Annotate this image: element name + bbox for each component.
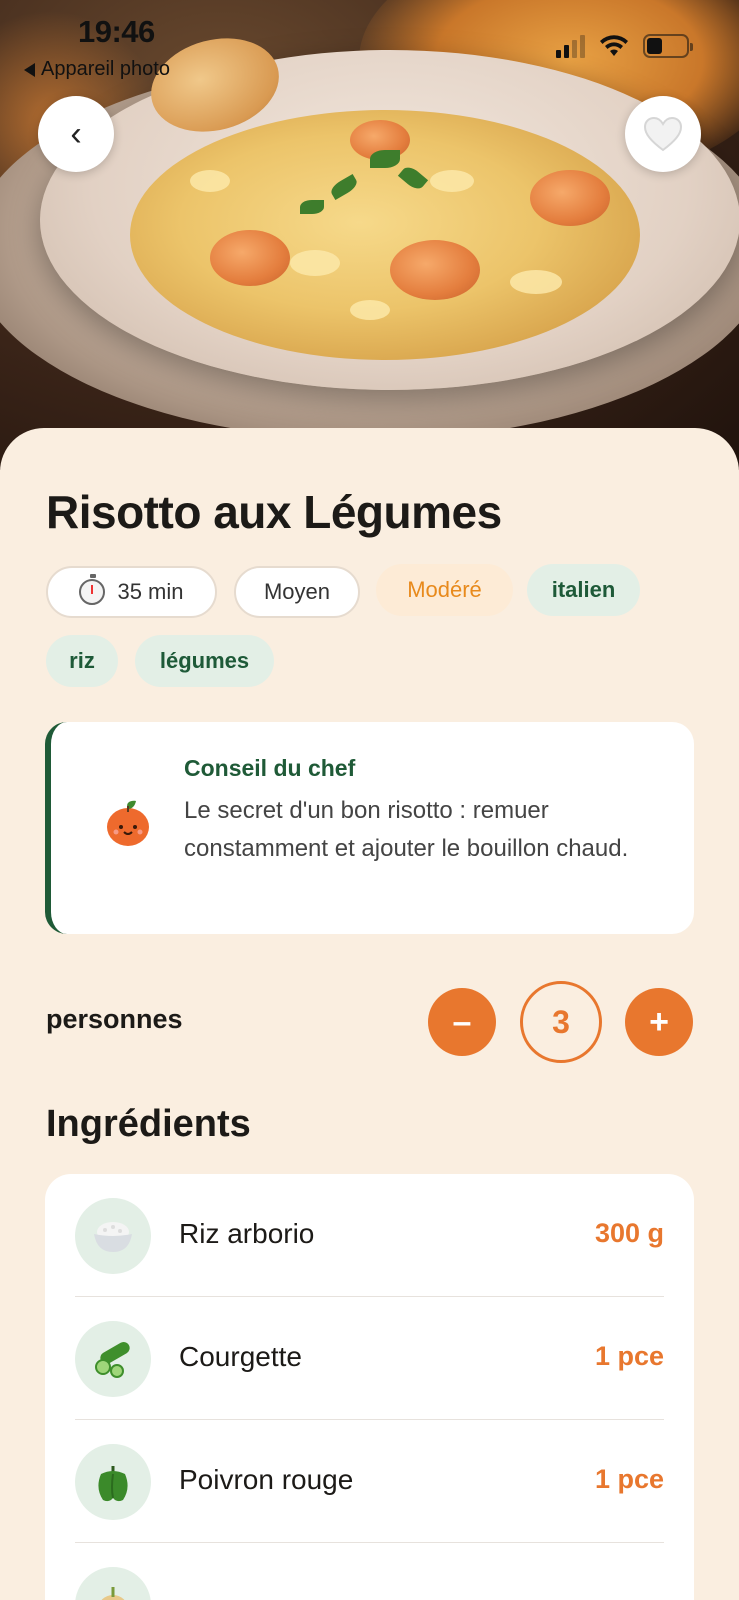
ingredient-quantity: 1 pce xyxy=(594,1341,664,1371)
ingredient-name: Poivron rouge xyxy=(179,1464,354,1495)
tag-difficulty: Moyen xyxy=(234,566,360,618)
tag-cost: Modéré xyxy=(376,564,513,616)
back-button[interactable]: ‹ xyxy=(38,96,114,172)
tag-label: riz xyxy=(69,648,95,673)
increase-servings-button[interactable]: + xyxy=(625,988,693,1056)
recipe-title: Risotto aux Légumes xyxy=(46,486,502,538)
tag-label: 35 min xyxy=(117,579,184,604)
servings-label: personnes xyxy=(46,1004,183,1034)
return-to-app-link[interactable]: Appareil photo xyxy=(24,58,170,81)
bell-pepper-icon xyxy=(75,1444,151,1520)
onion-icon xyxy=(75,1567,151,1600)
timer-icon xyxy=(79,574,106,605)
status-icons xyxy=(556,34,693,58)
ingredient-row: Courgette 1 pce xyxy=(75,1297,664,1420)
battery-icon xyxy=(643,34,693,58)
wifi-icon xyxy=(600,35,628,56)
chef-tip-card: Conseil du chef Le secret d'un bon risot… xyxy=(45,722,694,934)
tag-category: riz xyxy=(46,635,118,687)
return-app-label: Appareil photo xyxy=(41,58,170,80)
chevron-left-icon: ‹ xyxy=(70,114,82,153)
tag-label: Modéré xyxy=(407,577,482,602)
ingredient-name: Riz arborio xyxy=(179,1218,315,1249)
ingredients-title: Ingrédients xyxy=(46,1103,251,1145)
rice-bowl-icon xyxy=(75,1198,151,1274)
ingredient-quantity: 1 pce xyxy=(594,1464,664,1494)
plus-icon: + xyxy=(649,1002,669,1041)
ingredient-row: Riz arborio 300 g xyxy=(75,1174,664,1297)
decrease-servings-button[interactable]: – xyxy=(428,988,496,1056)
orange-mascot-icon xyxy=(107,800,149,846)
ingredient-row xyxy=(75,1543,664,1600)
heart-icon xyxy=(643,116,683,152)
ingredient-row: Poivron rouge 1 pce xyxy=(75,1420,664,1543)
ingredient-name: Courgette xyxy=(179,1341,302,1372)
back-triangle-icon xyxy=(24,62,35,77)
tag-category: légumes xyxy=(135,635,274,687)
tag-label: italien xyxy=(551,577,616,602)
tag-duration: 35 min xyxy=(46,566,217,618)
minus-icon: – xyxy=(452,1002,472,1041)
tip-text: Le secret d'un bon risotto : remuer cons… xyxy=(184,797,629,862)
servings-count: 3 xyxy=(520,981,602,1063)
ingredients-list: Riz arborio 300 g Courgette 1 pce Poivro… xyxy=(45,1174,694,1600)
cellular-signal-icon xyxy=(556,34,585,58)
status-time: 19:46 xyxy=(78,14,155,49)
tag-label: légumes xyxy=(159,648,250,673)
tag-cuisine: italien xyxy=(527,564,640,616)
tag-label: Moyen xyxy=(263,579,331,604)
tip-title: Conseil du chef xyxy=(184,755,356,781)
favorite-button[interactable] xyxy=(625,96,701,172)
ingredient-quantity: 300 g xyxy=(594,1218,664,1248)
cucumber-icon xyxy=(75,1321,151,1397)
